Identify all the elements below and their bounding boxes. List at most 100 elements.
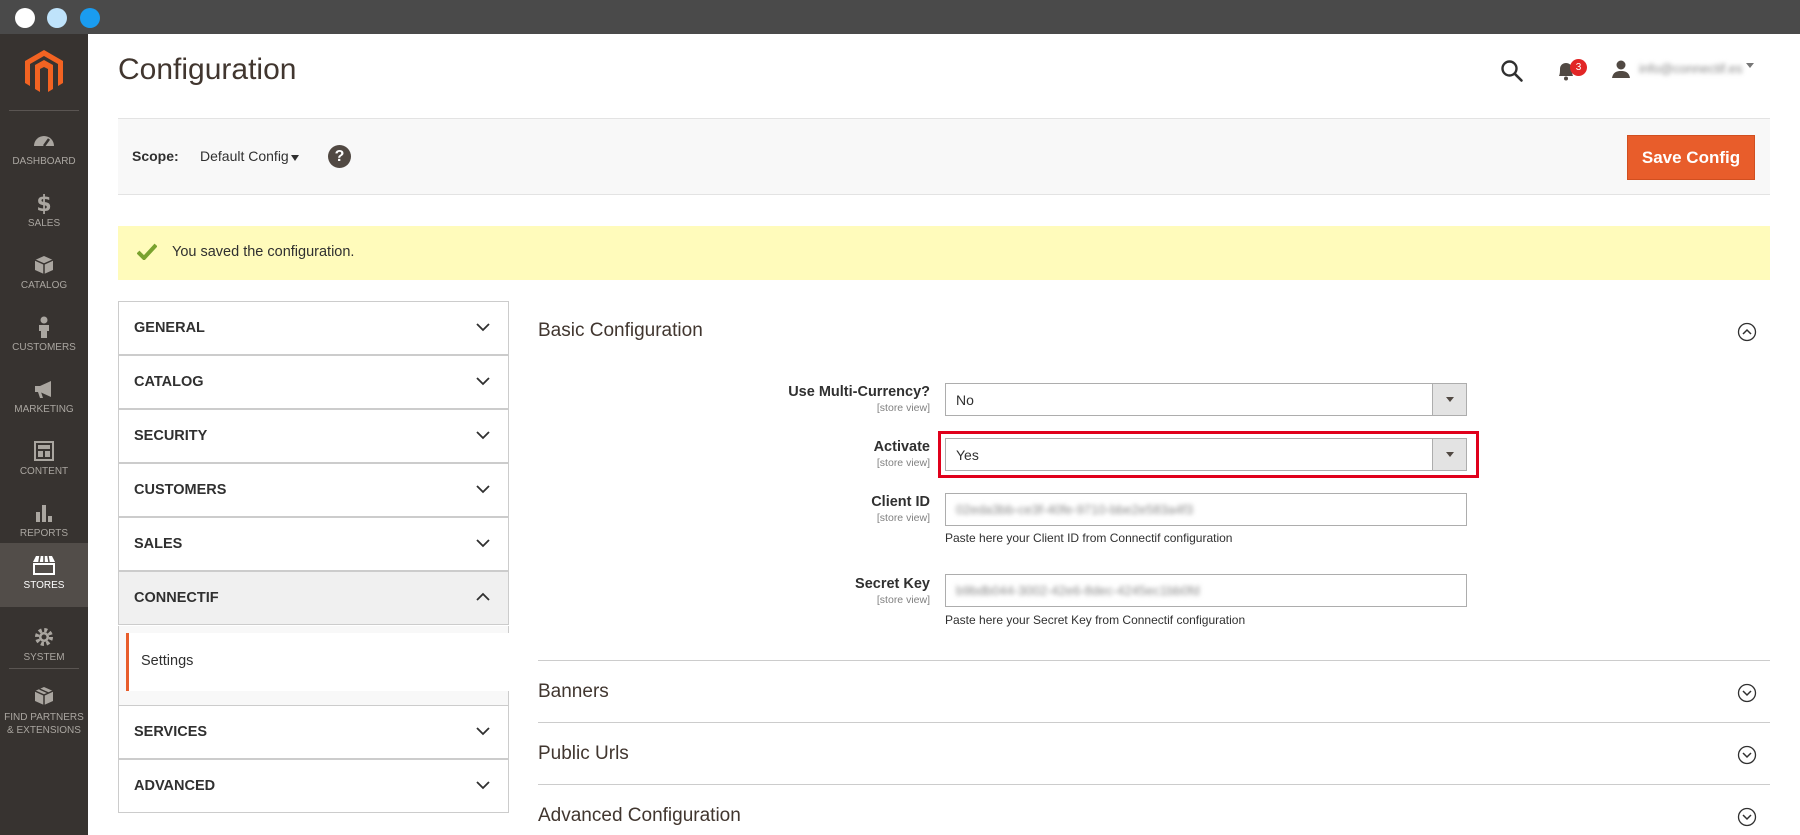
- sidebar-divider: [9, 668, 79, 669]
- tab-label: SERVICES: [134, 724, 208, 740]
- tab-label: SECURITY: [134, 428, 208, 444]
- search-icon[interactable]: [1500, 59, 1524, 83]
- tab-label: SALES: [134, 536, 183, 552]
- tab-label: CONNECTIF: [134, 590, 219, 606]
- gear-icon: [35, 628, 53, 646]
- help-icon[interactable]: ?: [328, 145, 351, 168]
- extensions-icon: [34, 687, 54, 705]
- sidebar-item-label: CATALOG: [20, 280, 68, 291]
- sidebar-item-stores[interactable]: STORES: [0, 543, 88, 607]
- section-public-urls[interactable]: Public Urls: [538, 743, 629, 765]
- select-arrow-icon: [1432, 439, 1466, 470]
- sidebar-item-label: MARKETING: [14, 404, 74, 415]
- store-icon: [33, 555, 55, 575]
- success-message: You saved the configuration.: [118, 226, 1770, 280]
- multi-currency-scope: [store view]: [876, 402, 930, 414]
- expand-down-icon[interactable]: [1737, 745, 1757, 765]
- activate-label: Activate: [873, 439, 930, 455]
- tab-general[interactable]: GENERAL: [118, 301, 509, 355]
- sidebar-item-label: REPORTS: [19, 528, 69, 539]
- dollar-icon: $: [36, 192, 51, 214]
- user-account-name[interactable]: info@connectif.es: [1639, 61, 1743, 76]
- section-divider: [538, 784, 1770, 785]
- layout-icon: [34, 441, 54, 461]
- chevron-down-icon: [476, 485, 490, 494]
- box-icon: [34, 256, 54, 274]
- sidebar-item-label: SYSTEM: [23, 652, 65, 663]
- secret-key-label: Secret Key: [855, 576, 930, 592]
- client-id-value: 02eda3bb-ce3f-40fe-9710-bbe2e583a4f3: [956, 502, 1194, 517]
- chevron-up-icon: [476, 592, 490, 601]
- user-icon[interactable]: [1611, 59, 1631, 79]
- sidebar-item-label: SALES: [27, 218, 61, 229]
- sidebar-item-label: CONTENT: [19, 466, 69, 477]
- tab-advanced[interactable]: ADVANCED: [118, 759, 509, 813]
- chevron-down-icon: [476, 431, 490, 440]
- sidebar-item-find-partners[interactable]: FIND PARTNERS & EXTENSIONS: [0, 674, 88, 750]
- svg-text:$: $: [36, 192, 51, 214]
- sidebar-item-label: FIND PARTNERS & EXTENSIONS: [4, 712, 84, 736]
- secret-key-note: Paste here your Secret Key from Connecti…: [945, 613, 1246, 627]
- sidebar-item-content[interactable]: CONTENT: [0, 429, 88, 491]
- section-banners[interactable]: Banners: [538, 681, 609, 703]
- user-menu-caret-icon[interactable]: [1746, 63, 1754, 68]
- success-message-text: You saved the configuration.: [172, 244, 355, 260]
- sidebar-item-label: STORES: [23, 580, 65, 591]
- client-id-note: Paste here your Client ID from Connectif…: [945, 531, 1233, 545]
- page-title: Configuration: [118, 53, 297, 86]
- tab-catalog[interactable]: CATALOG: [118, 355, 509, 409]
- sidebar-item-label: DASHBOARD: [12, 156, 76, 167]
- secret-key-value: b9bdb044-3002-42e6-8dec-4245ec1bb0fd: [956, 583, 1200, 598]
- tab-label: GENERAL: [134, 320, 205, 336]
- multi-currency-value: No: [956, 392, 974, 408]
- tab-sales[interactable]: SALES: [118, 517, 509, 571]
- client-id-input[interactable]: 02eda3bb-ce3f-40fe-9710-bbe2e583a4f3: [945, 493, 1467, 526]
- client-id-scope: [store view]: [876, 512, 930, 524]
- sidebar-item-customers[interactable]: CUSTOMERS: [0, 305, 88, 367]
- scope-caret-icon[interactable]: [291, 155, 299, 161]
- sidebar-item-dashboard[interactable]: DASHBOARD: [0, 119, 88, 181]
- window-zoom-dot[interactable]: [80, 8, 100, 28]
- activate-select[interactable]: Yes: [945, 438, 1467, 471]
- section-divider: [538, 722, 1770, 723]
- sidebar-divider: [9, 110, 79, 111]
- config-tabs: GENERAL CATALOG SECURITY CUSTOMERS SALES…: [118, 301, 509, 813]
- save-config-button[interactable]: Save Config: [1627, 135, 1755, 180]
- sidebar-item-marketing[interactable]: MARKETING: [0, 367, 88, 429]
- chevron-down-icon: [476, 323, 490, 332]
- section-advanced-configuration[interactable]: Advanced Configuration: [538, 805, 741, 827]
- secret-key-scope: [store view]: [876, 594, 930, 606]
- tab-label: ADVANCED: [134, 778, 216, 794]
- tab-services[interactable]: SERVICES: [118, 705, 509, 759]
- window-close-dot[interactable]: [15, 8, 35, 28]
- multi-currency-select[interactable]: No: [945, 383, 1467, 416]
- secret-key-input[interactable]: b9bdb044-3002-42e6-8dec-4245ec1bb0fd: [945, 574, 1467, 607]
- tab-security[interactable]: SECURITY: [118, 409, 509, 463]
- person-icon: [39, 316, 49, 338]
- window-minimize-dot[interactable]: [47, 8, 67, 28]
- scope-label: Scope:: [132, 148, 179, 164]
- sidebar-item-label: CUSTOMERS: [12, 342, 76, 353]
- expand-down-icon[interactable]: [1737, 807, 1757, 827]
- sidebar-item-sales[interactable]: $ SALES: [0, 181, 88, 243]
- tab-customers[interactable]: CUSTOMERS: [118, 463, 509, 517]
- scope-switcher[interactable]: Default Config: [200, 148, 289, 164]
- megaphone-icon: [35, 381, 51, 398]
- magento-logo-icon[interactable]: [25, 50, 63, 94]
- collapse-up-icon[interactable]: [1737, 322, 1757, 342]
- scope-toolbar: Scope: Default Config ? Save Config: [118, 118, 1770, 195]
- sidebar-item-catalog[interactable]: CATALOG: [0, 243, 88, 305]
- activate-scope: [store view]: [876, 457, 930, 469]
- tab-item-settings[interactable]: Settings: [126, 633, 509, 691]
- multi-currency-label: Use Multi-Currency?: [788, 384, 930, 400]
- select-arrow-icon: [1432, 384, 1466, 415]
- section-basic-configuration[interactable]: Basic Configuration: [538, 320, 703, 342]
- bar-chart-icon: [36, 505, 52, 522]
- chevron-down-icon: [476, 377, 490, 386]
- notification-count-badge: 3: [1570, 59, 1587, 76]
- expand-down-icon[interactable]: [1737, 683, 1757, 703]
- admin-sidebar: DASHBOARD $ SALES CATALOG CUSTOMERS MARK…: [0, 34, 88, 835]
- tab-item-label: Settings: [141, 653, 194, 669]
- tab-connectif[interactable]: CONNECTIF: [118, 571, 509, 625]
- chevron-down-icon: [476, 727, 490, 736]
